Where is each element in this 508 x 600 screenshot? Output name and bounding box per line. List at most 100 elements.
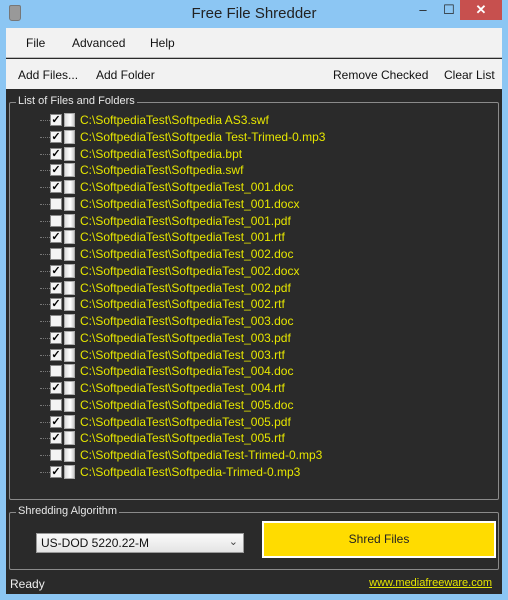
file-path: C:\SoftpediaTest\SoftpediaTest_003.rtf [80, 347, 285, 362]
file-list-item[interactable]: ✓ C:\SoftpediaTest\Softpedia.swf [40, 162, 244, 178]
file-checkbox[interactable] [50, 398, 62, 411]
file-icon [64, 146, 75, 161]
file-checkbox[interactable]: ✓ [50, 331, 62, 344]
file-path: C:\SoftpediaTest\SoftpediaTest_001.pdf [80, 213, 291, 228]
tree-line [40, 254, 50, 255]
tree-line [40, 120, 50, 121]
tree-line [40, 270, 50, 272]
file-list-item[interactable]: ✓ C:\SoftpediaTest\Softpedia AS3.swf [40, 112, 269, 128]
tree-line [40, 220, 50, 222]
file-list-item[interactable]: C:\SoftpediaTest\SoftpediaTest_002.doc [40, 246, 293, 262]
add-files-button[interactable]: Add Files... [18, 68, 78, 82]
file-list-item[interactable]: C:\SoftpediaTest\SoftpediaTest_003.doc [40, 313, 293, 329]
file-path: C:\SoftpediaTest\SoftpediaTest_003.pdf [80, 330, 291, 345]
tree-line [40, 187, 50, 188]
file-list-item[interactable]: C:\SoftpediaTest\SoftpediaTest_005.doc [40, 397, 294, 413]
file-list-item[interactable]: ✓ C:\SoftpediaTest\Softpedia-Trimed-0.mp3 [40, 464, 301, 480]
title-bar: Free File Shredder – ☐ ✕ [0, 0, 508, 28]
minimize-button[interactable]: – [412, 0, 434, 20]
file-checkbox[interactable]: ✓ [50, 465, 62, 478]
file-checkbox[interactable]: ✓ [50, 114, 62, 126]
file-checkbox[interactable] [50, 315, 62, 327]
file-path: C:\SoftpediaTest\SoftpediaTest_002.docx [80, 263, 300, 278]
menu-file[interactable]: File [26, 36, 45, 50]
file-icon [64, 230, 75, 245]
file-list-item[interactable]: ✓ C:\SoftpediaTest\SoftpediaTest_001.rtf [40, 229, 285, 245]
tree-line [40, 388, 50, 389]
file-icon [64, 448, 75, 462]
menu-advanced[interactable]: Advanced [72, 36, 125, 50]
file-list-item[interactable]: ✓ C:\SoftpediaTest\SoftpediaTest_002.rtf [40, 296, 285, 312]
file-checkbox[interactable] [50, 365, 62, 378]
file-list-item[interactable]: ✓ C:\SoftpediaTest\SoftpediaTest_005.pdf [40, 414, 291, 430]
maximize-button[interactable]: ☐ [440, 0, 458, 20]
toolbar: Add Files... Add Folder Remove Checked C… [6, 59, 502, 89]
algorithm-group: Shredding Algorithm US-DOD 5220.22-M ⌄ S… [9, 505, 499, 570]
file-path: C:\SoftpediaTest\Softpedia-Trimed-0.mp3 [80, 464, 301, 479]
file-list-item[interactable]: ✓ C:\SoftpediaTest\Softpedia.bpt [40, 146, 243, 162]
file-icon [64, 196, 75, 211]
file-checkbox[interactable]: ✓ [50, 415, 62, 428]
file-path: C:\SoftpediaTest\SoftpediaTest_005.doc [80, 397, 294, 412]
tree-line [40, 371, 50, 373]
file-list-item[interactable]: C:\SoftpediaTest\SoftpediaTest-Trimed-0.… [40, 447, 322, 463]
algorithm-selected: US-DOD 5220.22-M [41, 536, 150, 550]
file-list-item[interactable]: ✓ C:\SoftpediaTest\SoftpediaTest_001.doc [40, 179, 293, 195]
file-checkbox[interactable]: ✓ [50, 181, 62, 193]
file-path: C:\SoftpediaTest\SoftpediaTest_001.rtf [80, 230, 285, 245]
file-checkbox[interactable]: ✓ [50, 264, 62, 277]
file-checkbox[interactable]: ✓ [50, 164, 62, 177]
file-icon [64, 247, 75, 261]
file-list-item[interactable]: ✓ C:\SoftpediaTest\SoftpediaTest_004.rtf [40, 380, 285, 396]
file-list-item[interactable]: ✓ C:\SoftpediaTest\SoftpediaTest_002.docx [40, 263, 300, 279]
file-path: C:\SoftpediaTest\SoftpediaTest_004.rtf [80, 381, 285, 395]
file-checkbox[interactable]: ✓ [50, 348, 62, 361]
file-list-item[interactable]: C:\SoftpediaTest\SoftpediaTest_001.docx [40, 196, 299, 212]
file-checkbox[interactable]: ✓ [50, 130, 62, 143]
file-checkbox[interactable] [50, 248, 62, 260]
menu-bar: File Advanced Help [6, 28, 502, 58]
files-group-label: List of Files and Folders [16, 95, 137, 107]
algorithm-select[interactable]: US-DOD 5220.22-M ⌄ [36, 533, 244, 553]
close-button[interactable]: ✕ [460, 0, 502, 20]
file-icon [64, 414, 75, 429]
file-list-item[interactable]: C:\SoftpediaTest\SoftpediaTest_004.doc [40, 363, 293, 379]
file-icon [64, 347, 75, 362]
tree-line [40, 404, 50, 406]
file-path: C:\SoftpediaTest\Softpedia.bpt [80, 146, 243, 161]
tree-line [40, 170, 50, 172]
file-checkbox[interactable]: ✓ [50, 147, 62, 160]
file-list-item[interactable]: C:\SoftpediaTest\SoftpediaTest_001.pdf [40, 213, 291, 229]
file-icon [64, 163, 75, 178]
tree-line [40, 354, 50, 356]
clear-list-button[interactable]: Clear List [444, 68, 495, 82]
file-icon [64, 314, 75, 328]
remove-checked-button[interactable]: Remove Checked [333, 68, 428, 82]
file-icon [64, 364, 75, 379]
file-list-item[interactable]: ✓ C:\SoftpediaTest\SoftpediaTest_003.pdf [40, 330, 291, 346]
file-checkbox[interactable] [50, 197, 62, 210]
file-list-item[interactable]: ✓ C:\SoftpediaTest\SoftpediaTest_002.pdf [40, 280, 291, 296]
tree-line [40, 203, 50, 205]
file-list-item[interactable]: ✓ C:\SoftpediaTest\SoftpediaTest_005.rtf [40, 430, 285, 446]
file-checkbox[interactable]: ✓ [50, 281, 62, 294]
file-path: C:\SoftpediaTest\Softpedia AS3.swf [80, 113, 269, 127]
file-checkbox[interactable]: ✓ [50, 231, 62, 244]
file-list-item[interactable]: ✓ C:\SoftpediaTest\SoftpediaTest_003.rtf [40, 347, 285, 363]
file-path: C:\SoftpediaTest\Softpedia.swf [80, 163, 244, 178]
shred-files-button[interactable]: Shred Files [262, 521, 496, 558]
status-text: Ready [10, 577, 45, 591]
file-checkbox[interactable]: ✓ [50, 432, 62, 445]
chevron-down-icon: ⌄ [228, 536, 238, 548]
file-list-item[interactable]: ✓ C:\SoftpediaTest\Softpedia Test-Trimed-… [40, 129, 325, 145]
tree-line [40, 237, 50, 239]
file-icon [64, 180, 75, 194]
tree-line [40, 287, 50, 289]
file-checkbox[interactable]: ✓ [50, 382, 62, 394]
file-checkbox[interactable] [50, 449, 62, 461]
file-checkbox[interactable]: ✓ [50, 298, 62, 311]
add-folder-button[interactable]: Add Folder [96, 68, 155, 82]
menu-help[interactable]: Help [150, 36, 175, 50]
file-checkbox[interactable] [50, 214, 62, 227]
website-link[interactable]: www.mediafreeware.com [369, 577, 492, 589]
